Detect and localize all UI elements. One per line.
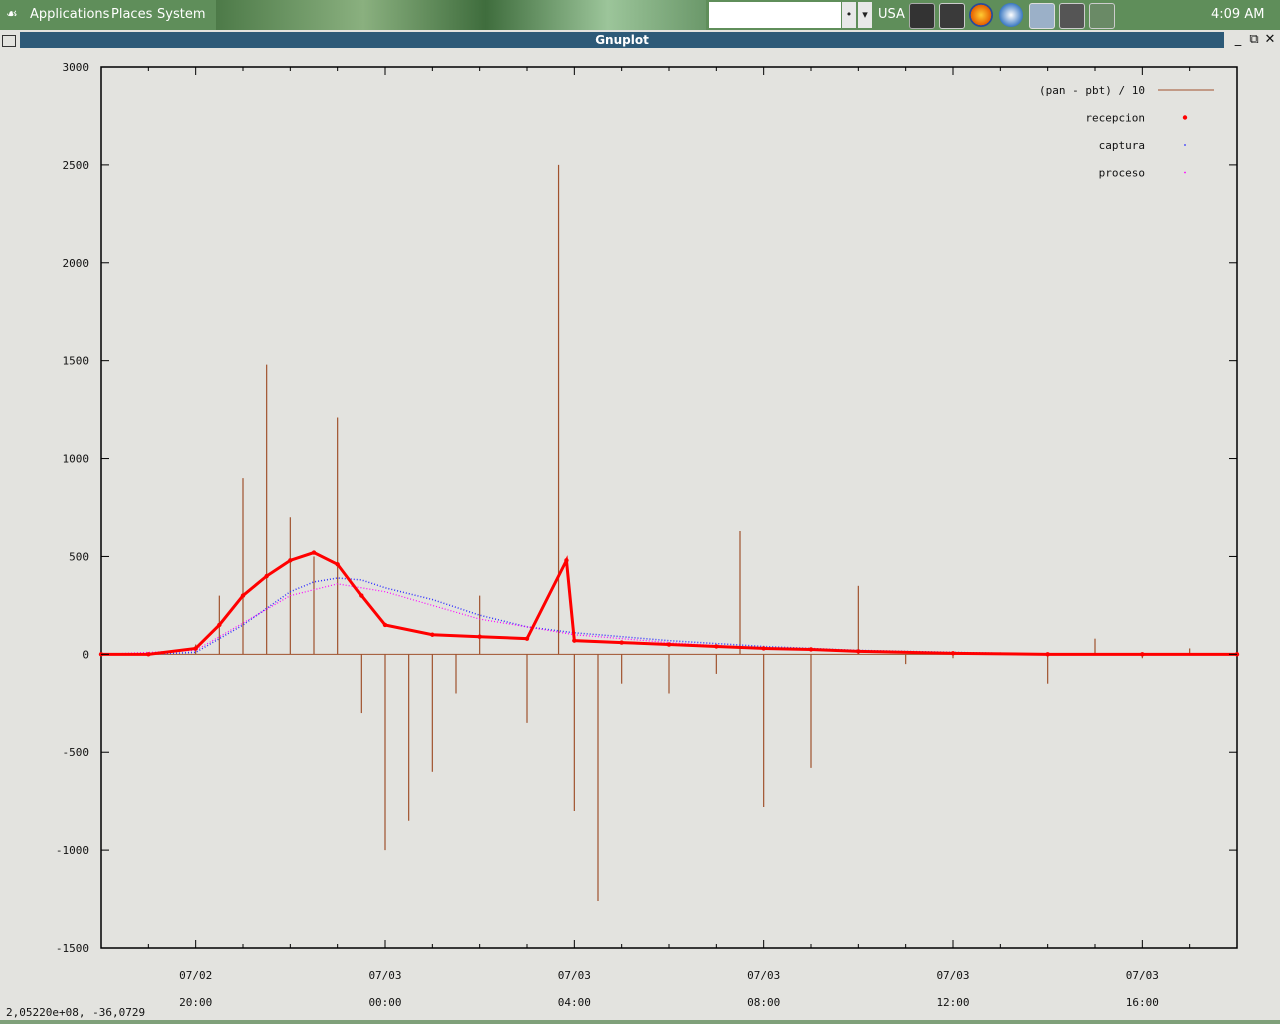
y-tick-label: -1000 (56, 844, 89, 857)
recepcion-point (808, 647, 814, 652)
x-tick-date: 07/03 (747, 969, 780, 982)
y-tick-label: 1500 (63, 355, 90, 368)
window-titlebar[interactable]: Gnuplot _ ⧉ ✕ (0, 30, 1280, 50)
gnome-foot-icon[interactable]: ☙ (6, 7, 18, 22)
recepcion-point (666, 642, 672, 647)
top-panel: ☙ Applications Places System • ▾ USA 4:0… (0, 0, 1280, 30)
y-tick-label: 0 (82, 648, 89, 661)
chevron-down-icon[interactable]: ▾ (858, 2, 872, 28)
recepcion-point (761, 646, 766, 651)
recepcion-point (311, 550, 317, 555)
recepcion-point (240, 593, 246, 598)
gnuplot-chart[interactable]: 3000 2500 2000 1500 1000 500 0 -500 -1000 -1500 07… (0, 50, 1280, 1020)
clock[interactable]: 4:09 AM (1211, 7, 1264, 22)
applications-menu[interactable]: Applications (30, 7, 109, 22)
x-tick-date: 07/03 (368, 969, 401, 982)
y-tick-label: 1000 (63, 453, 90, 466)
monitor-icon[interactable] (939, 3, 965, 29)
status-coordinates: 2,05220e+08, -36,0729 (6, 1006, 146, 1019)
x-tick-date: 07/03 (558, 969, 591, 982)
legend-label: recepcion (1085, 112, 1145, 125)
x-tick-time: 08:00 (747, 996, 780, 1009)
recepcion-point (382, 622, 388, 628)
y-tick-label: 2000 (63, 257, 90, 270)
recepcion-point (146, 652, 151, 657)
recepcion-point (619, 640, 624, 645)
x-tick-time: 20:00 (179, 996, 212, 1009)
recepcion-point (193, 646, 198, 651)
settings-icon[interactable] (1029, 3, 1055, 29)
recepcion-point (359, 593, 364, 598)
x-tick-date: 07/02 (179, 969, 212, 982)
recepcion-point (1045, 652, 1050, 657)
recepcion-point (572, 638, 577, 643)
legend-swatch (1182, 115, 1188, 120)
legend-swatch (1184, 171, 1186, 174)
places-menu[interactable]: Places (111, 7, 152, 22)
window-title: Gnuplot (20, 32, 1224, 48)
firefox-icon[interactable] (969, 3, 993, 27)
x-tick-time: 04:00 (558, 996, 591, 1009)
system-menu[interactable]: System (157, 7, 205, 22)
recepcion-point (430, 632, 435, 637)
window-menu-icon[interactable] (2, 35, 16, 47)
panel-text-entry[interactable] (709, 2, 841, 28)
bottom-panel (0, 1020, 1280, 1024)
legend-swatch (1184, 144, 1186, 146)
x-tick-time: 00:00 (368, 996, 401, 1009)
drive-icon[interactable] (1089, 3, 1115, 29)
chart-axes: 3000 2500 2000 1500 1000 500 0 -500 -1000 -1500 07… (56, 61, 1238, 1009)
recepcion-point (477, 634, 482, 639)
minimize-icon[interactable]: _ (1230, 32, 1246, 48)
recepcion-point (264, 573, 269, 579)
y-tick-label: 500 (69, 550, 89, 563)
recepcion-point (524, 636, 530, 641)
legend-label: proceso (1099, 167, 1145, 180)
recepcion-point (288, 558, 293, 563)
plot-border (100, 66, 1238, 949)
y-tick-label: -500 (63, 746, 90, 759)
recepcion-point (564, 558, 569, 563)
recepcion-line (101, 550, 1237, 656)
recepcion-point (950, 651, 956, 656)
legend-label: captura (1099, 139, 1145, 152)
x-tick-time: 16:00 (1126, 996, 1159, 1009)
terminal-icon[interactable] (909, 3, 935, 29)
x-tick-date: 07/03 (936, 969, 969, 982)
thunderbird-icon[interactable] (999, 3, 1023, 27)
recepcion-point (217, 622, 222, 628)
x-tick-time: 12:00 (936, 996, 969, 1009)
legend: (pan - pbt) / 10 recepcion captura proceso (1039, 84, 1214, 180)
keyboard-layout-indicator[interactable]: USA (878, 7, 905, 22)
recepcion-point (1140, 652, 1145, 657)
recepcion-point (714, 644, 719, 649)
maximize-icon[interactable]: ⧉ (1246, 32, 1262, 48)
chart-frame (100, 66, 1238, 949)
calculator-icon[interactable] (1059, 3, 1085, 29)
series-diff (101, 164, 1237, 902)
dot-dropdown-button[interactable]: • (842, 2, 856, 28)
panel-background-image (216, 0, 706, 30)
series-recepcion (98, 550, 1240, 657)
recepcion-point (856, 649, 861, 654)
y-tick-label: -1500 (56, 942, 89, 955)
close-icon[interactable]: ✕ (1262, 32, 1278, 48)
legend-label: (pan - pbt) / 10 (1039, 84, 1145, 97)
x-tick-date: 07/03 (1126, 969, 1159, 982)
y-tick-label: 2500 (63, 159, 90, 172)
recepcion-point (335, 562, 340, 567)
y-tick-label: 3000 (63, 61, 90, 74)
